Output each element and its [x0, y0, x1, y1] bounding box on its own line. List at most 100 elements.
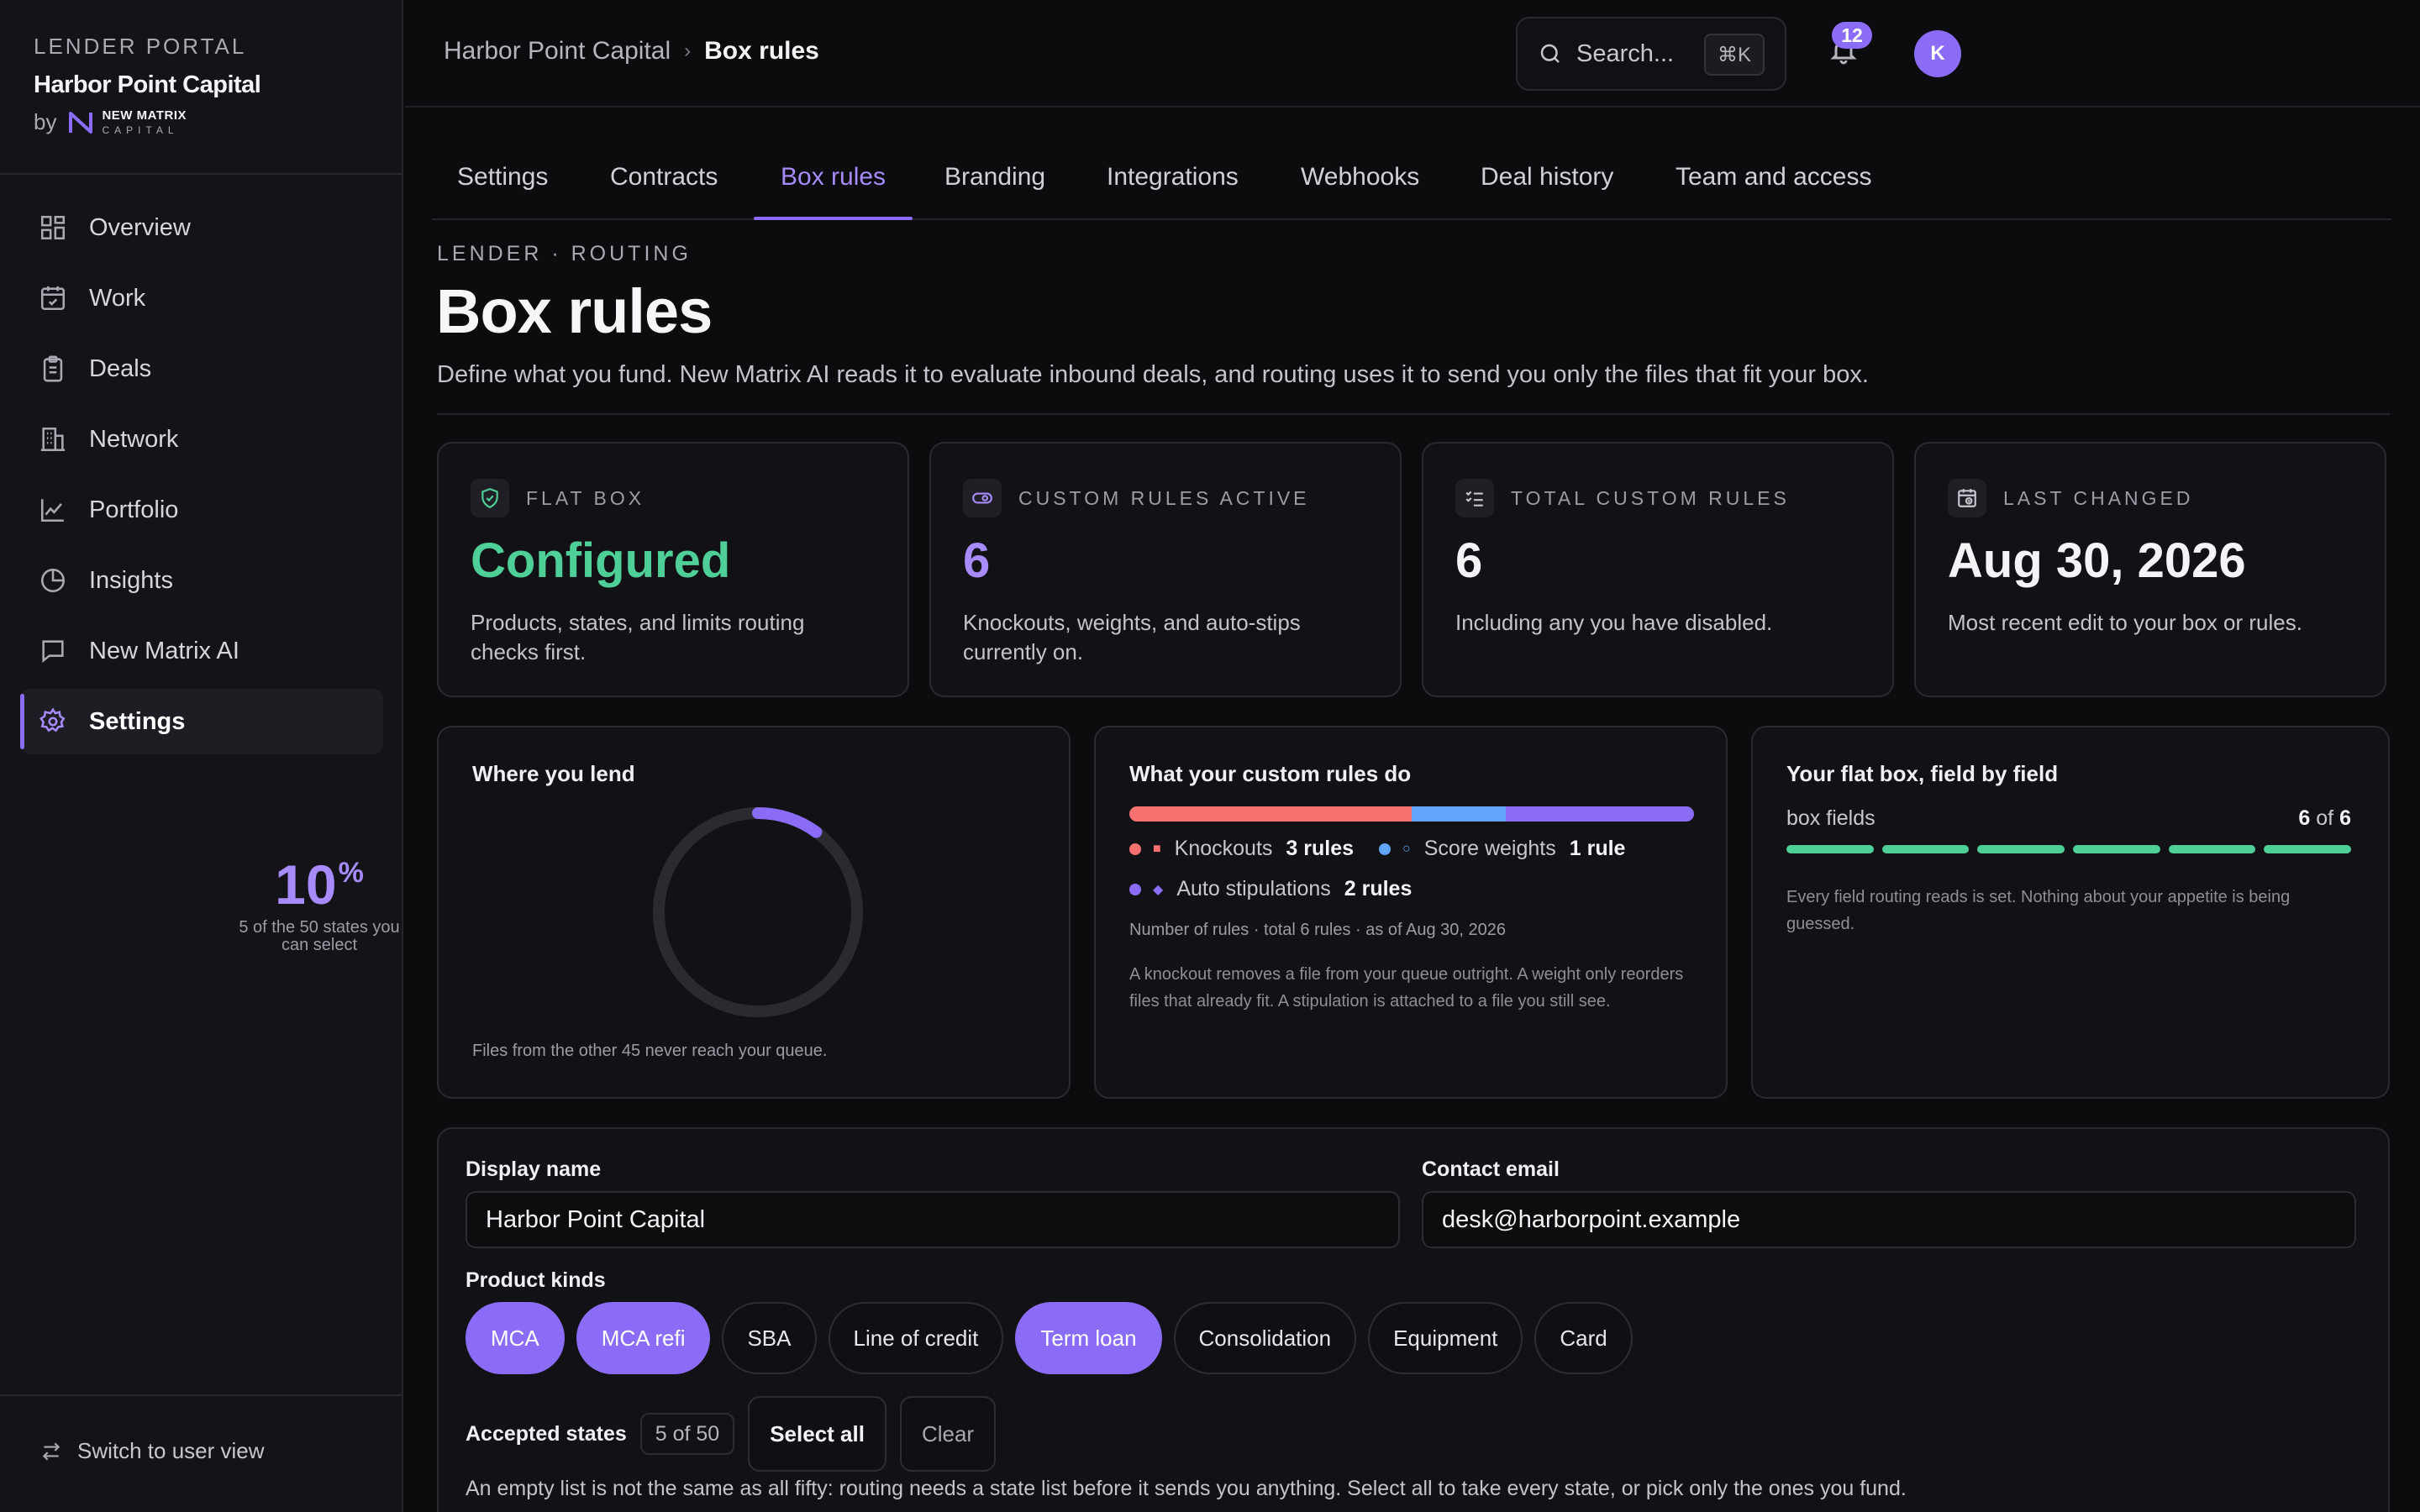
sidebar-item-label: Network — [89, 425, 179, 453]
card-title: Your flat box, field by field — [1786, 761, 2059, 786]
product-chip-mca-refi[interactable]: MCA refi — [576, 1302, 711, 1374]
product-chip-mca[interactable]: MCA — [466, 1302, 565, 1374]
sidebar-item-deals[interactable]: Deals — [20, 336, 383, 402]
stat-label-row: TOTAL CUSTOM RULES — [1455, 479, 1790, 517]
clear-button[interactable]: Clear — [899, 1396, 997, 1472]
ring-percent: 10 — [275, 853, 337, 916]
search-input[interactable]: Search... ⌘K — [1516, 17, 1786, 91]
tab-contracts[interactable]: Contracts — [610, 144, 718, 218]
product-chip-equipment[interactable]: Equipment — [1368, 1302, 1523, 1374]
sidebar-item-label: Portfolio — [89, 496, 179, 523]
legend-dot-auto-stipulations — [1129, 883, 1141, 895]
tab-team-and-access[interactable]: Team and access — [1676, 144, 1871, 218]
stat-value: Aug 30, 2026 — [1948, 533, 2246, 588]
tab-integrations[interactable]: Integrations — [1107, 144, 1239, 218]
tab-webhooks[interactable]: Webhooks — [1301, 144, 1419, 218]
ring-percent-sign: % — [338, 857, 364, 889]
tab-deal-history[interactable]: Deal history — [1481, 144, 1613, 218]
sidebar-item-network[interactable]: Network — [20, 407, 383, 472]
breadcrumb-current: Box rules — [704, 37, 819, 65]
stat-value: Configured — [471, 533, 731, 588]
settings-tabs: Settings Contracts Box rules Branding In… — [432, 144, 2391, 220]
fields-total: 6 — [2339, 806, 2351, 830]
select-all-button[interactable]: Select all — [748, 1396, 886, 1472]
header-divider — [437, 413, 2390, 415]
field-segment — [2073, 845, 2160, 853]
card-footer: Files from the other 45 never reach your… — [472, 1042, 828, 1060]
sidebar: LENDER PORTAL Harbor Point Capital by NE… — [0, 0, 403, 1512]
legend-count-auto-stipulations: 2 rules — [1344, 877, 1413, 900]
display-name-input[interactable] — [466, 1191, 1400, 1248]
ring-track — [653, 807, 863, 1017]
legend-glyph-score-weights: ○ — [1402, 841, 1411, 856]
sidebar-item-portfolio[interactable]: Portfolio — [20, 477, 383, 543]
sidebar-item-label: Insights — [89, 566, 173, 594]
avatar[interactable]: K — [1914, 30, 1961, 77]
switch-to-user-view[interactable]: Switch to user view — [40, 1438, 265, 1464]
stat-card-custom-rules-active: CUSTOM RULES ACTIVE 6 Knockouts, weights… — [929, 442, 1402, 697]
page-title: Box rules — [436, 276, 713, 346]
accepted-states-row: Accepted states 5 of 50 Select all Clear — [466, 1396, 997, 1472]
legend-label-score-weights: Score weights — [1423, 837, 1556, 860]
fields-segments — [1786, 845, 2352, 853]
product-chips: MCA MCA refi SBA Line of credit Term loan Con… — [466, 1302, 1633, 1374]
field-segment — [2264, 845, 2352, 853]
chart-meta: Number of rules · total 6 rules · as of … — [1129, 921, 1507, 939]
switch-view-label: Switch to user view — [77, 1438, 265, 1463]
tab-box-rules[interactable]: Box rules — [753, 144, 913, 220]
fields-label: box fields — [1786, 806, 1876, 830]
ring-note: 5 of the 50 states you can select — [239, 918, 400, 954]
product-chip-card[interactable]: Card — [1534, 1302, 1633, 1374]
sidebar-item-overview[interactable]: Overview — [20, 195, 383, 260]
stat-label: FLAT BOX — [526, 486, 645, 509]
tab-settings[interactable]: Settings — [457, 144, 548, 218]
stat-subtext: Products, states, and limits routing che… — [471, 610, 805, 664]
breadcrumb-parent[interactable]: Harbor Point Capital — [444, 37, 671, 66]
contact-email-input[interactable] — [1422, 1191, 2356, 1248]
product-chip-term-loan[interactable]: Term loan — [1015, 1302, 1162, 1374]
sidebar-footer-divider — [0, 1394, 402, 1396]
product-chip-sba[interactable]: SBA — [722, 1302, 817, 1374]
sidebar-item-work[interactable]: Work — [20, 265, 383, 331]
new-matrix-logo: NEW MATRIX CAPITAL — [68, 109, 187, 135]
legend-dot-score-weights — [1379, 843, 1392, 855]
states-count-badge: 5 of 50 — [639, 1413, 735, 1455]
grid-icon — [40, 215, 66, 240]
tab-branding[interactable]: Branding — [944, 144, 1045, 218]
logo-line2: CAPITAL — [102, 124, 179, 136]
product-chip-line-of-credit[interactable]: Line of credit — [828, 1302, 1004, 1374]
sidebar-item-label: New Matrix AI — [89, 637, 239, 664]
bar-segment-knockouts — [1129, 806, 1412, 822]
chart-note: A knockout removes a file from your queu… — [1129, 965, 1684, 1011]
flat-box-card: Your flat box, field by field box fields… — [1751, 726, 2390, 1099]
matrix-n-icon — [69, 111, 93, 134]
fields-row: box fields 6 of 6 — [1786, 806, 2351, 831]
stat-card-last-changed: LAST CHANGED Aug 30, 2026 Most recent ed… — [1914, 442, 2386, 697]
logo-line1: NEW MATRIX — [102, 108, 187, 123]
accepted-states-label: Accepted states — [466, 1421, 627, 1446]
stat-label-row: LAST CHANGED — [1948, 479, 2194, 517]
field-segment — [1977, 845, 2065, 853]
product-chip-consolidation[interactable]: Consolidation — [1173, 1302, 1357, 1374]
search-placeholder: Search... — [1576, 39, 1675, 67]
sidebar-item-new-matrix-ai[interactable]: New Matrix AI — [20, 618, 383, 684]
stat-subtext: Including any you have disabled. — [1455, 610, 1773, 635]
fields-count: 6 of 6 — [2298, 806, 2351, 831]
brand-by-text: by — [34, 109, 57, 134]
org-name: Harbor Point Capital — [34, 71, 261, 98]
chat-icon — [42, 640, 64, 663]
sidebar-item-settings[interactable]: Settings — [20, 689, 383, 754]
box-form: Display name Contact email Product kinds… — [437, 1127, 2390, 1512]
rules-stacked-bar — [1129, 806, 1694, 822]
sidebar-item-insights[interactable]: Insights — [20, 548, 383, 613]
stat-label-row: CUSTOM RULES ACTIVE — [963, 479, 1310, 517]
pie-chart-icon — [40, 568, 66, 593]
calendar-check-icon — [40, 286, 66, 311]
checklist-icon — [1455, 479, 1494, 517]
brand-by-row: by NEW MATRIX CAPITAL — [34, 109, 260, 135]
portal-eyebrow: LENDER PORTAL — [34, 34, 247, 59]
legend-glyph-knockouts: ■ — [1153, 841, 1161, 856]
line-chart-icon — [40, 499, 64, 522]
bar-segment-auto-stipulations — [1506, 806, 1694, 822]
fields-of: of — [2316, 806, 2334, 830]
